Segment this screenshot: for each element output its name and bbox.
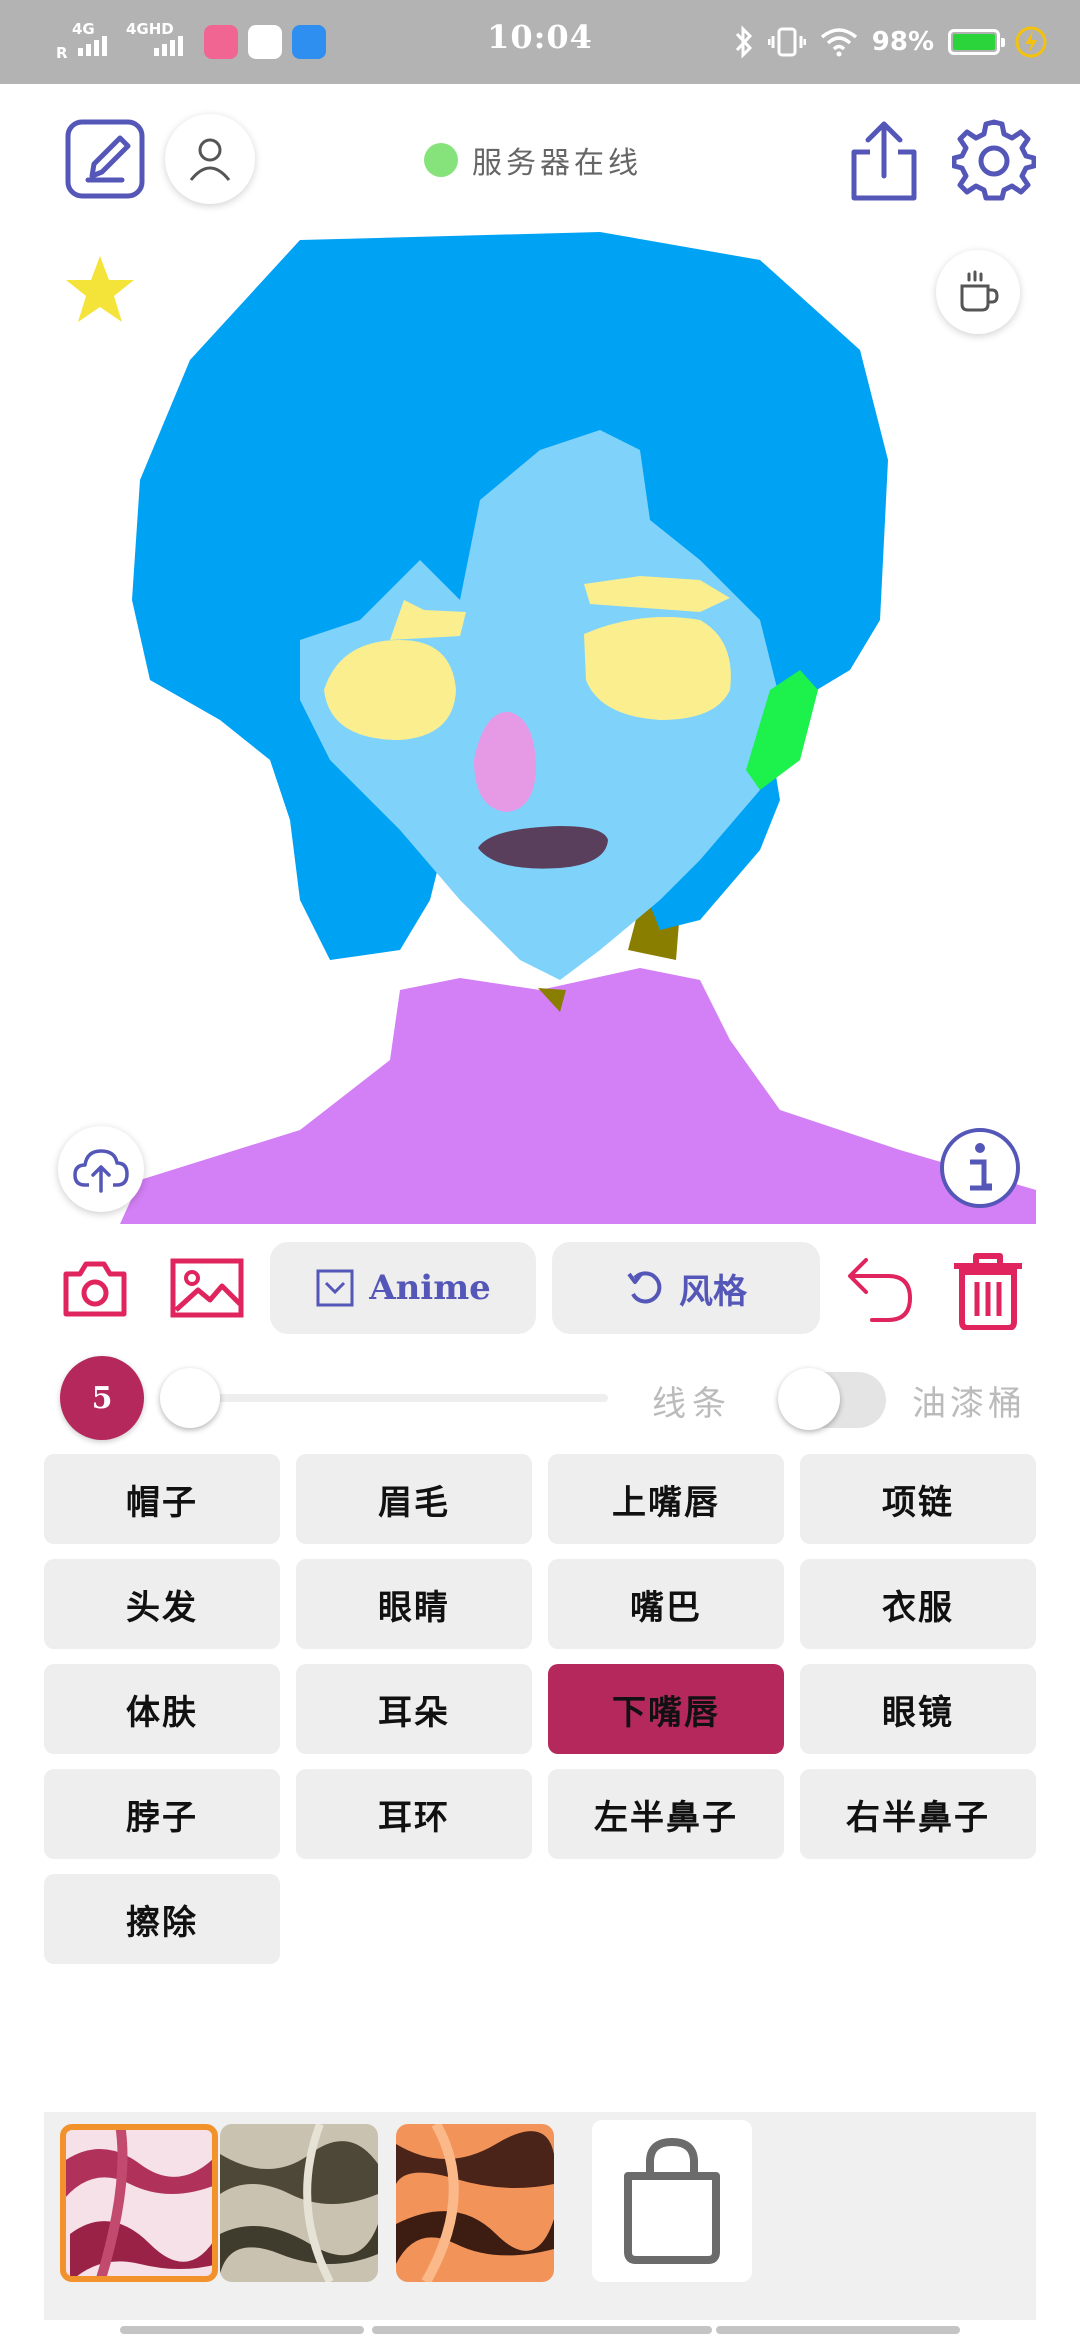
style-label: 风格	[679, 1271, 747, 1312]
battery-percent: 98%	[871, 27, 934, 57]
part-button-necklace[interactable]: 项链	[800, 1454, 1036, 1544]
settings-gear-icon[interactable]	[951, 118, 1037, 202]
part-button-glasses[interactable]: 眼镜	[800, 1664, 1036, 1754]
part-label: 眉毛	[378, 1482, 450, 1523]
part-button-clothes[interactable]: 衣服	[800, 1559, 1036, 1649]
upload-cloud-button[interactable]	[58, 1126, 144, 1212]
brush-size-badge: 5	[60, 1356, 144, 1440]
dropdown-box-icon	[316, 1269, 354, 1307]
shopping-bag-icon	[624, 2137, 720, 2264]
coffee-cup-icon	[960, 270, 999, 312]
style-store-button[interactable]	[592, 2120, 752, 2282]
part-button-ears[interactable]: 耳朵	[296, 1664, 532, 1754]
user-icon	[189, 138, 231, 181]
part-button-upper-lip[interactable]: 上嘴唇	[548, 1454, 784, 1544]
part-label: 头发	[126, 1587, 198, 1628]
refresh-icon	[627, 1271, 662, 1304]
part-label: 耳环	[378, 1797, 450, 1838]
paint-bucket-toggle-knob[interactable]	[778, 1368, 840, 1430]
profile-button[interactable]	[165, 114, 255, 204]
style-button[interactable]: 风格	[552, 1242, 820, 1334]
wifi-icon	[820, 28, 857, 57]
part-label: 擦除	[126, 1902, 198, 1943]
part-button-hat[interactable]: 帽子	[44, 1454, 280, 1544]
battery-icon	[948, 29, 1005, 55]
share-icon[interactable]	[848, 118, 920, 202]
part-label: 左半鼻子	[594, 1797, 738, 1838]
part-label: 下嘴唇	[612, 1692, 720, 1733]
part-button-eraser[interactable]: 擦除	[44, 1874, 280, 1964]
part-label: 体肤	[126, 1692, 198, 1733]
part-button-eyes[interactable]: 眼睛	[296, 1559, 532, 1649]
camera-icon[interactable]	[62, 1258, 128, 1318]
brush-size-slider-thumb[interactable]	[160, 1368, 220, 1428]
part-button-lower-lip[interactable]: 下嘴唇	[548, 1664, 784, 1754]
edit-icon[interactable]	[64, 118, 146, 200]
part-button-mouth[interactable]: 嘴巴	[548, 1559, 784, 1649]
style-thumb-crimson[interactable]	[60, 2124, 218, 2282]
server-status-text: 服务器在线	[472, 146, 642, 181]
info-icon[interactable]	[938, 1126, 1022, 1210]
status-bar: 4G R 4GHD 10:04 98%	[0, 0, 1080, 84]
part-button-skin[interactable]: 体肤	[44, 1664, 280, 1754]
coffee-button[interactable]	[936, 250, 1020, 334]
part-button-earring[interactable]: 耳环	[296, 1769, 532, 1859]
part-button-neck[interactable]: 脖子	[44, 1769, 280, 1859]
drawing-canvas[interactable]	[48, 232, 1036, 1224]
server-status: 服务器在线	[424, 138, 642, 182]
nav-gesture-bar-left[interactable]	[120, 2326, 364, 2334]
nav-gesture-bar-right[interactable]	[716, 2326, 960, 2334]
part-label: 眼睛	[378, 1587, 450, 1628]
part-button-eyebrows[interactable]: 眉毛	[296, 1454, 532, 1544]
style-thumb-orange[interactable]	[396, 2124, 554, 2282]
charging-icon	[1015, 26, 1047, 58]
gallery-image-icon[interactable]	[170, 1258, 244, 1318]
anime-model-label: Anime	[369, 1268, 491, 1308]
cloud-upload-icon	[73, 1149, 129, 1193]
part-label: 嘴巴	[630, 1587, 702, 1628]
trash-icon[interactable]	[950, 1250, 1026, 1331]
lines-label: 线条	[652, 1384, 732, 1424]
part-label: 上嘴唇	[612, 1482, 720, 1523]
bucket-label: 油漆桶	[912, 1384, 1026, 1424]
part-button-right-nose[interactable]: 右半鼻子	[800, 1769, 1036, 1859]
part-label: 项链	[882, 1482, 954, 1523]
part-button-left-nose[interactable]: 左半鼻子	[548, 1769, 784, 1859]
anime-model-select[interactable]: Anime	[270, 1242, 536, 1334]
part-label: 眼镜	[882, 1692, 954, 1733]
part-label: 右半鼻子	[846, 1797, 990, 1838]
style-thumb-olive[interactable]	[220, 2124, 378, 2282]
favorite-star-icon[interactable]	[62, 252, 138, 328]
bluetooth-icon	[735, 25, 752, 59]
online-indicator	[424, 143, 458, 177]
part-label: 衣服	[882, 1587, 954, 1628]
part-label: 帽子	[126, 1482, 198, 1523]
vibrate-icon	[767, 27, 806, 57]
style-thumbnails-strip	[44, 2112, 1036, 2320]
part-label: 耳朵	[378, 1692, 450, 1733]
undo-icon[interactable]	[844, 1254, 916, 1326]
brush-size-slider-track[interactable]	[192, 1394, 608, 1402]
drawing-artwork	[120, 232, 1036, 1224]
nav-gesture-bar-center[interactable]	[372, 2326, 712, 2334]
part-button-hair[interactable]: 头发	[44, 1559, 280, 1649]
part-label: 脖子	[126, 1797, 198, 1838]
status-right: 98%	[734, 20, 1048, 64]
